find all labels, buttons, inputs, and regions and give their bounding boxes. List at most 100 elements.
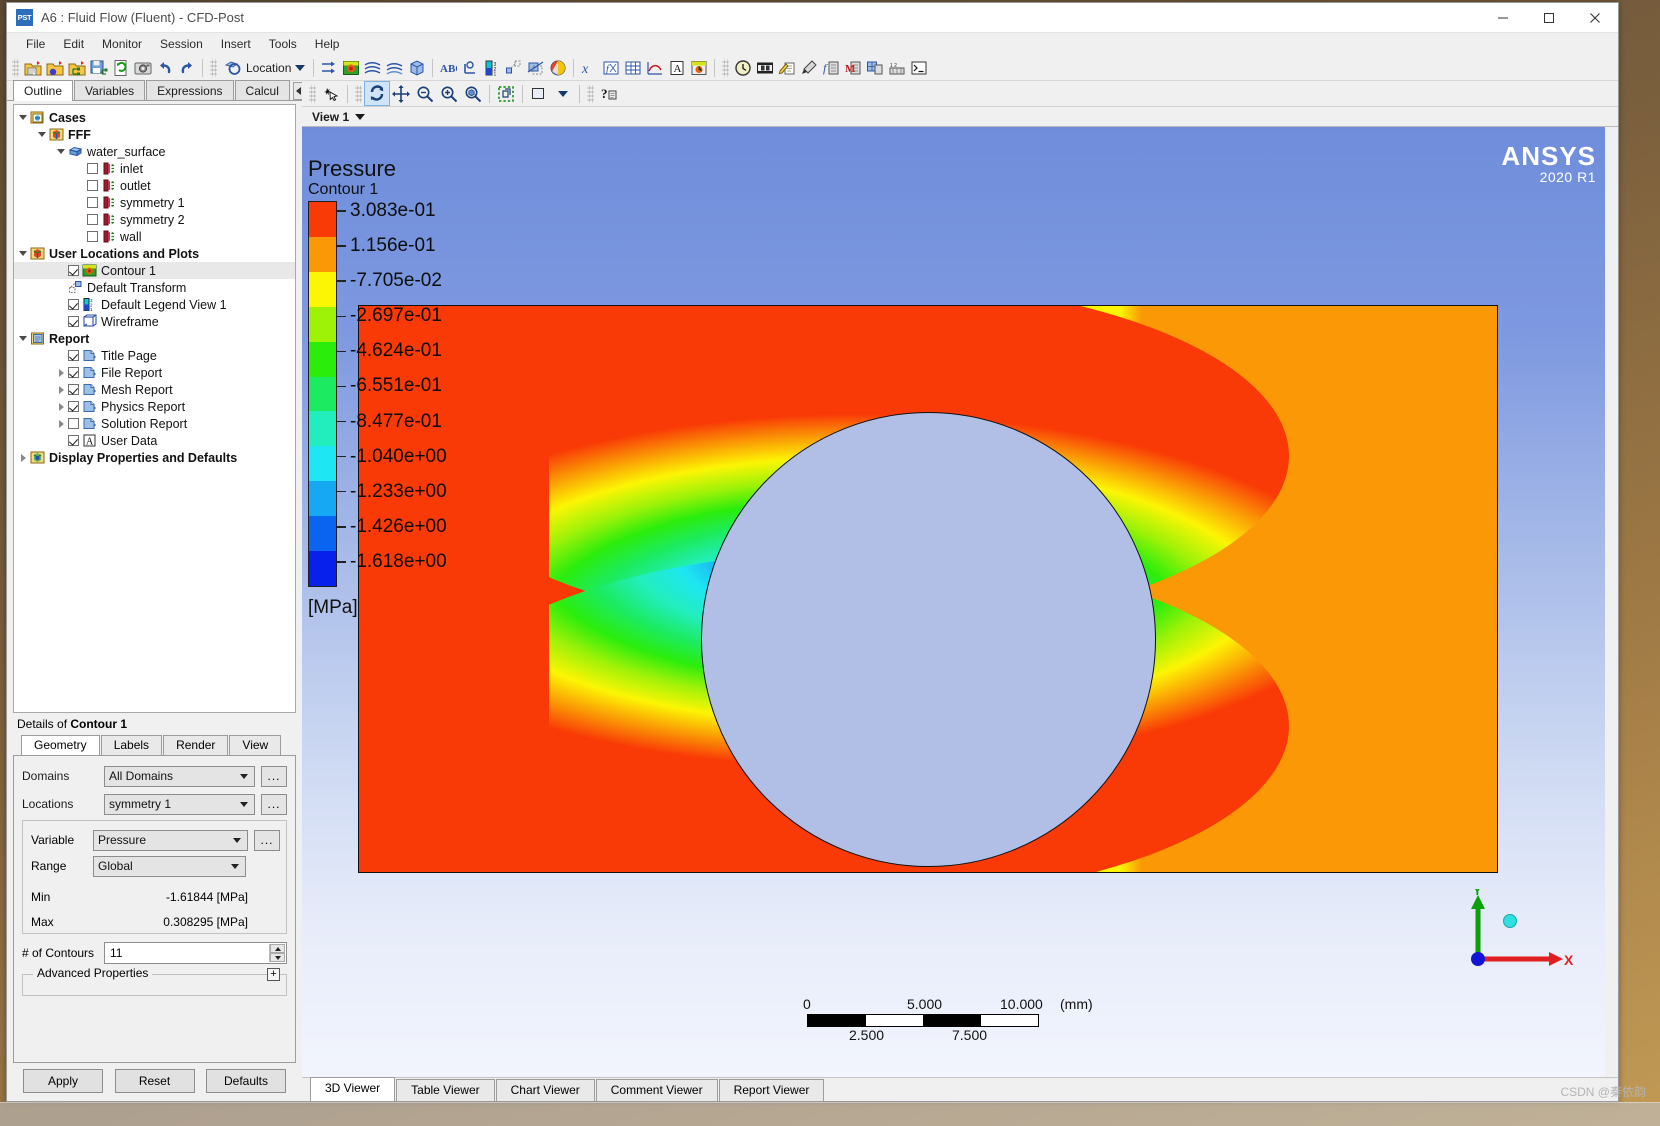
table-icon[interactable]	[622, 57, 644, 79]
rotate-icon[interactable]	[364, 81, 390, 106]
color-map-icon[interactable]	[547, 57, 569, 79]
chevron-down-icon[interactable]	[35, 128, 49, 142]
snapshot-icon[interactable]	[132, 57, 154, 79]
tree-item-physics-report[interactable]: Physics Report	[14, 398, 295, 415]
function-calculator-icon[interactable]: f	[820, 57, 842, 79]
toolbar-grip[interactable]	[12, 58, 19, 77]
refresh-icon[interactable]	[110, 57, 132, 79]
visibility-checkbox[interactable]	[87, 163, 98, 174]
toolbar-grip-3[interactable]	[722, 58, 730, 77]
chevron-down-icon[interactable]	[54, 145, 68, 159]
tree-item-mesh-report[interactable]: Mesh Report	[14, 381, 295, 398]
contour-icon[interactable]	[340, 57, 362, 79]
tab-comment-viewer[interactable]: Comment Viewer	[595, 1079, 718, 1101]
zoom-in-icon[interactable]	[437, 82, 461, 105]
chart-icon[interactable]	[644, 57, 666, 79]
redo-icon[interactable]	[176, 57, 198, 79]
menu-tools[interactable]: Tools	[260, 35, 306, 53]
view-tab-chevron-down-icon[interactable]	[355, 113, 366, 120]
viewport-right-strip[interactable]	[1605, 127, 1618, 1077]
chevron-right-icon[interactable]	[54, 383, 68, 397]
tree-item-default-legend-view-1[interactable]: 3 2 1 Default Legend View 1	[14, 296, 295, 313]
menu-edit[interactable]: Edit	[54, 35, 93, 53]
visibility-checkbox[interactable]	[68, 418, 79, 429]
tree-item-inlet[interactable]: inlet	[14, 160, 295, 177]
domains-browse-button[interactable]: ...	[261, 765, 287, 787]
text-icon[interactable]: ABC	[437, 57, 459, 79]
tree-item-contour-1[interactable]: Contour 1	[14, 262, 295, 279]
close-button[interactable]	[1572, 3, 1618, 33]
macro-icon[interactable]: M	[842, 57, 864, 79]
edit-icon[interactable]	[776, 57, 798, 79]
expand-plus-icon[interactable]: +	[267, 967, 280, 981]
stepper-down-button[interactable]	[270, 953, 285, 962]
view-tab-label[interactable]: View 1	[312, 110, 349, 124]
help-icon[interactable]: ?	[597, 82, 621, 105]
visibility-checkbox[interactable]	[68, 435, 79, 446]
tree-item-user-locations-and-plots[interactable]: User Locations and Plots	[14, 245, 295, 262]
chevron-right-icon[interactable]	[54, 400, 68, 414]
tab-3d-viewer[interactable]: 3D Viewer	[310, 1077, 396, 1101]
tab-chart-viewer[interactable]: Chart Viewer	[495, 1079, 595, 1101]
timestep-icon[interactable]	[732, 57, 754, 79]
locations-browse-button[interactable]: ...	[261, 793, 287, 815]
visibility-checkbox[interactable]	[68, 265, 79, 276]
tree-item-display-properties-and-defaults[interactable]: Display Properties and Defaults	[14, 449, 295, 466]
location-dropdown-button[interactable]: Location	[220, 57, 309, 79]
tab-report-viewer[interactable]: Report Viewer	[718, 1079, 825, 1101]
num-contours-input[interactable]: 11	[104, 942, 287, 964]
visibility-checkbox[interactable]	[68, 401, 79, 412]
variable-browse-button[interactable]: ...	[254, 829, 280, 851]
load-results-particle-icon[interactable]	[44, 57, 66, 79]
tab-expressions[interactable]: Expressions	[146, 80, 234, 100]
tree-item-default-transform[interactable]: Default Transform	[14, 279, 295, 296]
visibility-checkbox[interactable]	[68, 299, 79, 310]
menu-session[interactable]: Session	[151, 35, 212, 53]
locations-select[interactable]: symmetry 1	[104, 793, 255, 815]
probe-icon[interactable]	[798, 57, 820, 79]
undo-icon[interactable]	[154, 57, 176, 79]
tab-variables[interactable]: Variables	[74, 80, 146, 100]
tab-render[interactable]: Render	[163, 735, 229, 755]
coordinate-frame-icon[interactable]	[459, 57, 481, 79]
taskbar[interactable]	[0, 1102, 1660, 1126]
chevron-right-icon[interactable]	[54, 366, 68, 380]
visibility-checkbox[interactable]	[68, 384, 79, 395]
streamline-icon[interactable]	[362, 57, 384, 79]
num-contours-stepper[interactable]	[269, 944, 285, 962]
tab-calculators[interactable]: Calcul	[234, 80, 290, 100]
menu-insert[interactable]: Insert	[212, 35, 260, 53]
tab-outline[interactable]: Outline	[13, 80, 74, 101]
reset-button[interactable]: Reset	[114, 1069, 195, 1093]
range-select[interactable]: Global	[93, 855, 246, 877]
apply-button[interactable]: Apply	[23, 1069, 103, 1093]
domains-select[interactable]: All Domains	[104, 765, 255, 787]
tree-item-user-data[interactable]: A User Data	[14, 432, 295, 449]
legend-icon[interactable]: 321	[481, 57, 503, 79]
minimize-button[interactable]	[1480, 3, 1526, 33]
outline-tree-panel[interactable]: Cases FFF water_surface inlet outlet symmetry…	[13, 104, 296, 713]
tab-table-viewer[interactable]: Table Viewer	[396, 1079, 495, 1101]
tab-view[interactable]: View	[229, 735, 282, 755]
menu-monitor[interactable]: Monitor	[93, 35, 151, 53]
visibility-checkbox[interactable]	[87, 197, 98, 208]
save-state-icon[interactable]	[88, 57, 110, 79]
viewer-toolbar-grip-3[interactable]	[587, 84, 594, 103]
text-annotation-icon[interactable]: A	[666, 57, 688, 79]
chevron-down-icon[interactable]	[16, 247, 30, 261]
mesh-calculator-icon[interactable]	[864, 57, 886, 79]
tab-labels[interactable]: Labels	[100, 735, 163, 755]
toolbar-grip-2[interactable]	[210, 58, 217, 77]
stepper-up-button[interactable]	[270, 944, 285, 953]
tree-item-fff[interactable]: FFF	[14, 126, 295, 143]
animation-icon[interactable]	[754, 57, 776, 79]
chevron-down-icon[interactable]	[16, 332, 30, 346]
load-results-icon[interactable]	[22, 57, 44, 79]
visibility-checkbox[interactable]	[68, 367, 79, 378]
advanced-properties-group[interactable]: Advanced Properties +	[22, 966, 287, 996]
menu-help[interactable]: Help	[306, 35, 349, 53]
variable-icon[interactable]: f	[600, 57, 622, 79]
tree-item-report[interactable]: Report	[14, 330, 295, 347]
tree-item-outlet[interactable]: outlet	[14, 177, 295, 194]
pan-icon[interactable]	[389, 82, 413, 105]
